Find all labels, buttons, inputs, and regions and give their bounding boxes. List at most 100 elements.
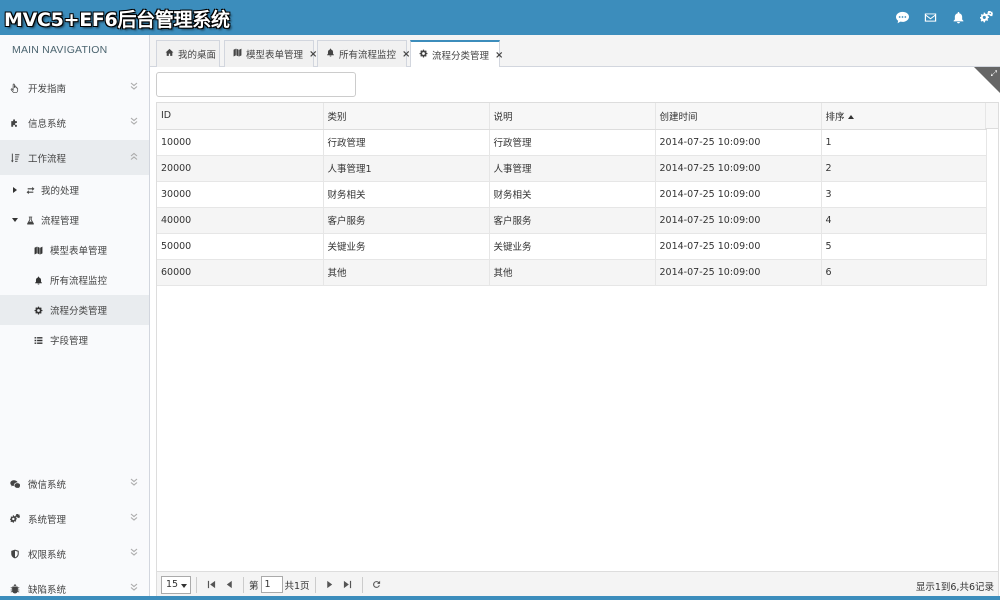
sidebar-subitem-process-mgmt[interactable]: 流程管理 bbox=[0, 205, 149, 235]
gear-icon bbox=[31, 306, 45, 315]
sidebar-subitem-model-form[interactable]: 模型表单管理 bbox=[0, 235, 149, 265]
table-row[interactable]: 20000 人事管理1 人事管理 2014-07-25 10:09:00 2 bbox=[157, 155, 987, 182]
shield-icon bbox=[7, 546, 23, 562]
next-page-button[interactable] bbox=[321, 576, 339, 594]
tab-my-desktop[interactable]: 我的桌面 bbox=[156, 40, 220, 67]
sidebar-subitem-label: 模型表单管理 bbox=[50, 246, 108, 257]
chevron-down-icon bbox=[129, 116, 141, 128]
chevron-up-icon bbox=[129, 151, 141, 163]
table-row[interactable]: 60000 其他 其他 2014-07-25 10:09:00 6 bbox=[157, 259, 987, 286]
chevron-down-icon bbox=[129, 582, 141, 594]
cell-description: 行政管理 bbox=[489, 129, 656, 156]
page-number-input[interactable]: 1 bbox=[260, 576, 283, 593]
pager-info: 显示1到6,共6记录 bbox=[915, 582, 994, 593]
column-header-label: 排序 bbox=[825, 111, 845, 123]
page-size-value: 15 bbox=[166, 579, 179, 590]
cell-category: 行政管理 bbox=[323, 129, 490, 156]
column-header-description[interactable]: 说明 bbox=[489, 103, 656, 130]
caret-right-icon bbox=[9, 187, 21, 193]
cell-description: 关键业务 bbox=[489, 233, 656, 260]
pager-separator bbox=[243, 576, 244, 593]
page-size-select[interactable]: 15 bbox=[161, 575, 191, 594]
search-input[interactable] bbox=[156, 72, 356, 97]
sidebar-item-wechat[interactable]: 微信系统 bbox=[0, 466, 149, 501]
pager: 15 第 1 共1页 显示1到6,共6记录 bbox=[156, 572, 999, 598]
cell-sort: 6 bbox=[821, 259, 987, 286]
tab-label: 模型表单管理 bbox=[246, 50, 304, 61]
home-icon bbox=[165, 48, 174, 60]
sidebar-item-info-system[interactable]: 信息系统 bbox=[0, 105, 149, 140]
cogs-icon[interactable] bbox=[972, 0, 1000, 35]
column-header-id[interactable]: ID bbox=[157, 103, 324, 130]
cell-id: 50000 bbox=[157, 233, 324, 260]
sidebar-item-dev-guide[interactable]: 开发指南 bbox=[0, 70, 149, 105]
cell-category: 其他 bbox=[323, 259, 490, 286]
tab-label: 我的桌面 bbox=[178, 50, 217, 61]
header-scroll-spacer bbox=[985, 103, 998, 129]
column-header-sort[interactable]: 排序 bbox=[821, 103, 987, 130]
table-row[interactable]: 40000 客户服务 客户服务 2014-07-25 10:09:00 4 bbox=[157, 207, 987, 234]
cell-description: 人事管理 bbox=[489, 155, 656, 182]
cell-created: 2014-07-25 10:09:00 bbox=[655, 207, 822, 234]
sidebar-subitem-process-monitor[interactable]: 所有流程监控 bbox=[0, 265, 149, 295]
cell-category: 关键业务 bbox=[323, 233, 490, 260]
sidebar-subitem-label: 我的处理 bbox=[41, 186, 80, 197]
cell-sort: 5 bbox=[821, 233, 987, 260]
cell-category: 客户服务 bbox=[323, 207, 490, 234]
tab-label: 所有流程监控 bbox=[339, 50, 397, 61]
close-icon[interactable]: × bbox=[495, 50, 503, 61]
data-grid: ID 类别 说明 创建时间 排序 10000 行政管理 行政管理 2014-07… bbox=[156, 102, 999, 572]
column-header-created[interactable]: 创建时间 bbox=[655, 103, 822, 130]
cell-description: 其他 bbox=[489, 259, 656, 286]
sidebar-item-system-mgmt[interactable]: 系统管理 bbox=[0, 501, 149, 536]
cell-id: 10000 bbox=[157, 129, 324, 156]
cogs-icon bbox=[7, 511, 23, 527]
envelope-icon[interactable] bbox=[916, 0, 944, 35]
chevron-down-icon bbox=[129, 81, 141, 93]
column-header-category[interactable]: 类别 bbox=[323, 103, 490, 130]
puzzle-icon bbox=[7, 115, 23, 131]
cell-id: 60000 bbox=[157, 259, 324, 286]
prev-page-button[interactable] bbox=[220, 576, 238, 594]
sidebar-heading: MAIN NAVIGATION bbox=[12, 44, 108, 56]
sidebar-subitem-field-mgmt[interactable]: 字段管理 bbox=[0, 325, 149, 355]
sidebar-item-label: 系统管理 bbox=[28, 514, 67, 526]
cell-category: 财务相关 bbox=[323, 181, 490, 208]
chevron-down-icon bbox=[129, 477, 141, 489]
tab-process-monitor[interactable]: 所有流程监控 × bbox=[317, 40, 410, 67]
sidebar-item-permission[interactable]: 权限系统 bbox=[0, 536, 149, 571]
gear-icon bbox=[419, 49, 428, 61]
sidebar-item-workflow[interactable]: 工作流程 bbox=[0, 140, 149, 175]
cell-created: 2014-07-25 10:09:00 bbox=[655, 259, 822, 286]
tab-model-form[interactable]: 模型表单管理 × bbox=[224, 40, 317, 67]
sort-icon bbox=[7, 150, 23, 166]
cell-sort: 3 bbox=[821, 181, 987, 208]
map-icon bbox=[233, 48, 242, 60]
cell-id: 40000 bbox=[157, 207, 324, 234]
last-page-button[interactable] bbox=[339, 576, 357, 594]
sidebar-subitem-label: 字段管理 bbox=[50, 336, 89, 347]
pager-separator bbox=[361, 576, 363, 593]
cell-category: 人事管理1 bbox=[323, 155, 490, 182]
first-page-button[interactable] bbox=[202, 576, 220, 594]
page-total-label: 共1页 bbox=[284, 580, 310, 592]
bell-icon bbox=[31, 276, 45, 285]
tab-bar: 我的桌面 模型表单管理 × 所有流程监控 × 流程分类管理 × bbox=[150, 35, 1000, 68]
cell-sort: 1 bbox=[821, 129, 987, 156]
tab-process-category[interactable]: 流程分类管理 × bbox=[410, 40, 503, 68]
refresh-button[interactable] bbox=[368, 576, 386, 594]
table-row[interactable]: 50000 关键业务 关键业务 2014-07-25 10:09:00 5 bbox=[157, 233, 987, 260]
caret-down-icon bbox=[181, 583, 187, 588]
list-icon bbox=[31, 336, 45, 345]
sidebar-item-label: 开发指南 bbox=[28, 83, 67, 95]
bell-icon[interactable] bbox=[944, 0, 972, 35]
cell-created: 2014-07-25 10:09:00 bbox=[655, 233, 822, 260]
sidebar-item-label: 权限系统 bbox=[28, 549, 67, 561]
table-row[interactable]: 30000 财务相关 财务相关 2014-07-25 10:09:00 3 bbox=[157, 181, 987, 208]
comment-icon[interactable] bbox=[888, 0, 916, 35]
cell-sort: 2 bbox=[821, 155, 987, 182]
cell-description: 客户服务 bbox=[489, 207, 656, 234]
sidebar-subitem-process-category[interactable]: 流程分类管理 bbox=[0, 295, 149, 325]
sidebar-subitem-my-tasks[interactable]: 我的处理 bbox=[0, 175, 149, 205]
table-row[interactable]: 10000 行政管理 行政管理 2014-07-25 10:09:00 1 bbox=[157, 129, 987, 156]
